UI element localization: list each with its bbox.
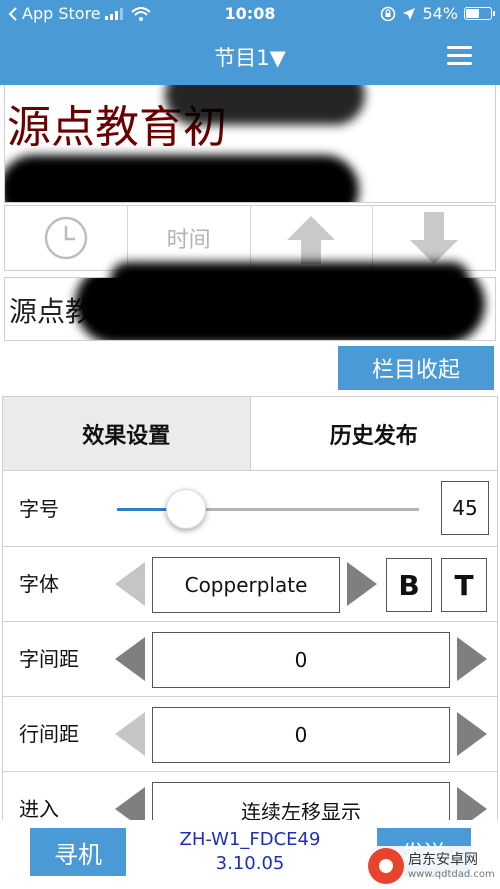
line-spacing-decrease-arrow-icon[interactable]: [115, 712, 145, 756]
letter-spacing-row: 字间距 0: [3, 622, 497, 697]
font-prev-arrow-icon[interactable]: [115, 562, 145, 606]
collapse-column-button[interactable]: 栏目收起: [338, 346, 494, 390]
bold-button[interactable]: B: [386, 558, 432, 612]
line-spacing-value[interactable]: 0: [152, 707, 450, 763]
settings-panel: 效果设置 历史发布 字号 45 字体 Copperplate B T 字间距 0…: [2, 396, 498, 889]
text-style-button[interactable]: T: [441, 558, 487, 612]
battery-icon: [464, 7, 495, 20]
font-family-row: 字体 Copperplate B T: [3, 547, 497, 622]
program-title-dropdown[interactable]: 节目1▼: [0, 42, 500, 72]
move-down-button[interactable]: [373, 206, 495, 270]
letter-spacing-label: 字间距: [19, 647, 79, 671]
firmware-version: 3.10.05: [215, 853, 285, 874]
orientation-lock-icon: [381, 6, 396, 21]
status-left: App Store: [8, 4, 151, 23]
redaction-smudge: [165, 85, 365, 125]
font-size-label: 字号: [19, 497, 59, 521]
move-up-button[interactable]: [250, 206, 374, 270]
location-arrow-icon: [403, 7, 416, 20]
time-button[interactable]: 时间: [127, 206, 251, 270]
settings-tabs: 效果设置 历史发布: [3, 397, 497, 471]
signal-bars-icon: [104, 7, 123, 20]
watermark-title: 启东安卓网: [408, 852, 478, 868]
letter-spacing-value[interactable]: 0: [152, 632, 450, 688]
line-spacing-increase-arrow-icon[interactable]: [457, 712, 487, 756]
battery-fill: [466, 9, 479, 18]
redaction-smudge: [110, 262, 470, 298]
redaction-smudge: [5, 155, 359, 202]
arrow-down-icon: [410, 212, 459, 264]
font-size-row: 字号 45: [3, 472, 497, 547]
status-right: 54%: [380, 4, 495, 23]
status-carrier[interactable]: App Store: [22, 4, 101, 23]
font-family-label: 字体: [19, 572, 59, 596]
letter-spacing-decrease-arrow-icon[interactable]: [115, 637, 145, 681]
letter-spacing-increase-arrow-icon[interactable]: [457, 637, 487, 681]
arrow-up-icon: [287, 216, 336, 264]
hamburger-menu-icon[interactable]: [447, 46, 472, 66]
clock-button[interactable]: [5, 206, 128, 270]
font-size-value[interactable]: 45: [441, 481, 489, 535]
back-arrow-icon[interactable]: [8, 6, 18, 21]
tab-effect-settings[interactable]: 效果设置: [3, 397, 251, 470]
time-label: 时间: [166, 228, 211, 253]
font-size-slider-knob[interactable]: [166, 489, 207, 529]
watermark-logo-icon: [368, 848, 404, 884]
top-bar: 10:08 App Store 54% 节目1▼: [0, 0, 500, 85]
wifi-icon: [130, 6, 151, 21]
clock-icon: [44, 216, 88, 260]
line-spacing-row: 行间距 0: [3, 697, 497, 772]
font-next-arrow-icon[interactable]: [347, 562, 377, 606]
font-family-value[interactable]: Copperplate: [152, 557, 340, 613]
led-preview: 源点教育初: [4, 85, 496, 203]
device-name: ZH-W1_FDCE49: [179, 829, 321, 850]
battery-percent: 54%: [422, 4, 458, 23]
tab-history-publish[interactable]: 历史发布: [250, 397, 497, 470]
line-spacing-label: 行间距: [19, 722, 79, 746]
bottom-bar: 寻机 ZH-W1_FDCE49 3.10.05 发送 启东安卓网 www.qdt…: [0, 820, 500, 889]
watermark: 启东安卓网 www.qdtdad.com: [368, 846, 496, 886]
device-info: ZH-W1_FDCE49 3.10.05: [150, 828, 350, 876]
find-device-button[interactable]: 寻机: [30, 828, 126, 876]
watermark-url: www.qdtdad.com: [408, 869, 495, 880]
